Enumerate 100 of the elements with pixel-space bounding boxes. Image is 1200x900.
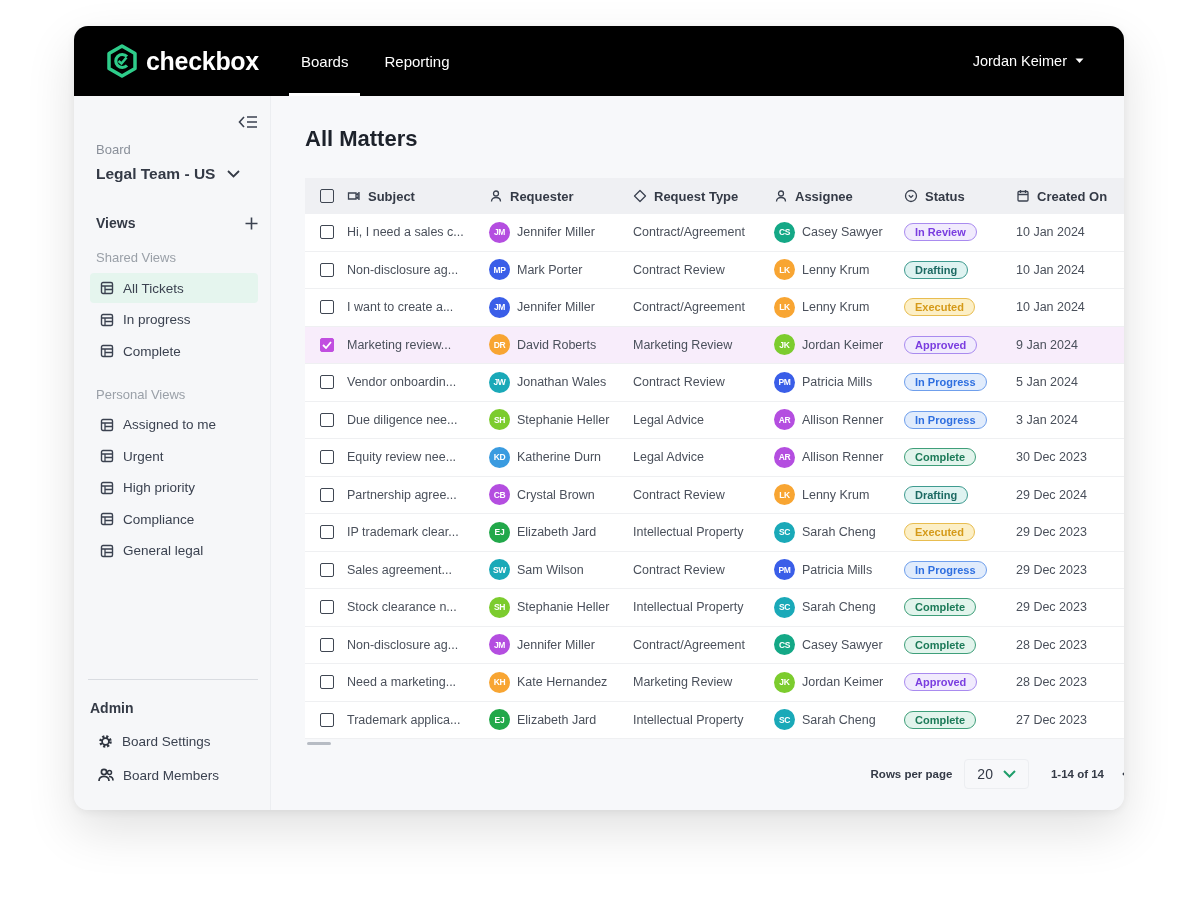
status-badge: Complete xyxy=(904,635,977,654)
person-name: Patricia Mills xyxy=(802,375,873,390)
status-badge: Drafting xyxy=(904,485,969,504)
table-row[interactable]: Non-disclosure ag... MP Mark Porter Contract Review LK Lenny Krum Drafting 10 Jan 2024 xyxy=(305,251,1124,289)
request-type-cell-text: Contract/Agreement xyxy=(633,225,746,240)
user-menu[interactable]: Jordan Keimer xyxy=(966,26,1090,96)
subject-cell-text: Stock clearance n... xyxy=(347,600,458,615)
rows-per-page-select[interactable]: 20 xyxy=(964,759,1029,789)
row-checkbox[interactable] xyxy=(320,637,334,652)
request-type-cell-text: Intellectual Property xyxy=(633,600,745,615)
logo-wordmark: checkbox xyxy=(146,46,259,76)
add-icon[interactable] xyxy=(245,216,258,230)
views-group-label: Shared Views xyxy=(96,250,177,265)
person-name: Jennifer Miller xyxy=(517,300,595,315)
row-checkbox[interactable] xyxy=(320,375,334,390)
board-selector[interactable]: Legal Team - US xyxy=(90,165,258,183)
created-date-cell-text: 29 Dec 2024 xyxy=(1016,487,1088,502)
created-date-cell-text: 5 Jan 2024 xyxy=(1016,375,1079,390)
created-date-cell-text: 10 Jan 2024 xyxy=(1016,262,1086,277)
table-icon xyxy=(100,344,114,358)
avatar: SC xyxy=(774,709,795,731)
row-checkbox[interactable] xyxy=(320,412,334,427)
view-item[interactable]: Compliance xyxy=(90,504,258,534)
avatar: PM xyxy=(774,371,795,393)
circle-chevron-icon xyxy=(904,189,918,203)
table-row[interactable]: I want to create a... JM Jennifer Miller Contract/Agreement LK Lenny Krum Executed 10 Jan 2024 xyxy=(305,289,1124,327)
avatar: SW xyxy=(489,559,510,581)
column-header[interactable]: Subject xyxy=(368,188,415,204)
table-row[interactable]: Stock clearance n... SH Stephanie Heller Intellectual Property SC Sarah Cheng Complete 29 Dec 2023 xyxy=(305,589,1124,627)
view-item[interactable]: All Tickets xyxy=(90,273,258,303)
people-icon xyxy=(98,768,114,782)
person-name: Sarah Cheng xyxy=(802,600,876,615)
row-checkbox[interactable] xyxy=(320,712,334,727)
table-row[interactable]: Partnership agree... CB Crystal Brown Contract Review LK Lenny Krum Drafting 29 Dec 2024 xyxy=(305,476,1124,514)
avatar: SC xyxy=(774,521,795,543)
caret-icon xyxy=(1075,58,1084,64)
column-header[interactable]: Request Type xyxy=(654,188,739,204)
subject-cell-text: Need a marketing... xyxy=(347,675,458,690)
status-badge: Approved xyxy=(904,673,978,692)
person-name: Lenny Krum xyxy=(802,262,870,277)
table-row[interactable]: Due diligence nee... SH Stephanie Heller Legal Advice AR Allison Renner In Progress 3 Jan 2024 xyxy=(305,401,1124,439)
row-checkbox[interactable] xyxy=(320,225,334,240)
admin-link[interactable]: Board Members xyxy=(90,758,258,792)
table-row[interactable]: Vendor onboardin... JW Jonathan Wales Contract Review PM Patricia Mills In Progress 5 Jan 2024 xyxy=(305,364,1124,402)
column-header[interactable]: Requester xyxy=(510,188,574,204)
subject-cell-text: Due diligence nee... xyxy=(347,412,459,427)
view-item[interactable]: In progress xyxy=(90,304,258,335)
subject-cell-text: Non-disclosure ag... xyxy=(347,637,460,652)
table-row[interactable]: Need a marketing... KH Kate Hernandez Marketing Review JK Jordan Keimer Approved 28 Dec 2023 xyxy=(305,664,1124,702)
table-row[interactable]: Trademark applica... EJ Elizabeth Jard Intellectual Property SC Sarah Cheng Complete 27 Dec 2023 xyxy=(305,701,1124,739)
table-row[interactable]: Hi, I need a sales c... JM Jennifer Miller Contract/Agreement CS Casey Sawyer In Review 10 Jan 2024 xyxy=(305,214,1124,252)
table-icon xyxy=(100,281,114,295)
view-item[interactable]: General legal xyxy=(90,535,258,566)
chevron-down-icon xyxy=(227,170,241,178)
nav-tab[interactable]: Reporting xyxy=(372,26,462,96)
subject-cell-text: Sales agreement... xyxy=(347,562,453,577)
person-name: Stephanie Heller xyxy=(517,600,610,615)
table-row[interactable]: Equity review nee... KD Katherine Durn Legal Advice AR Allison Renner Complete 30 Dec 2023 xyxy=(305,439,1124,477)
request-type-cell-text: Contract/Agreement xyxy=(633,637,746,652)
row-checkbox[interactable] xyxy=(320,487,334,502)
column-header[interactable]: Status xyxy=(925,188,965,204)
row-checkbox[interactable] xyxy=(320,450,334,465)
tag-icon xyxy=(633,189,647,203)
subject-cell-text: Trademark applica... xyxy=(347,712,462,727)
view-item[interactable]: Complete xyxy=(90,336,258,366)
status-badge: Executed xyxy=(904,298,975,317)
row-checkbox[interactable] xyxy=(320,300,334,315)
table-icon xyxy=(100,543,114,558)
view-item[interactable]: High priority xyxy=(90,472,258,503)
table-row[interactable]: Marketing review... DR David Roberts Marketing Review JK Jordan Keimer Approved 9 Jan 2024 xyxy=(305,326,1124,364)
avatar: LK xyxy=(774,259,795,281)
collapse-sidebar-icon[interactable] xyxy=(238,114,258,130)
view-item[interactable]: Urgent xyxy=(90,441,258,471)
row-checkbox[interactable] xyxy=(320,600,334,615)
column-header[interactable]: Assignee xyxy=(795,188,853,204)
avatar: LK xyxy=(774,296,795,318)
table-row[interactable]: Sales agreement... SW Sam Wilson Contract Review PM Patricia Mills In Progress 29 Dec 2023 xyxy=(305,551,1124,589)
person-name: Elizabeth Jard xyxy=(517,525,597,540)
request-type-cell-text: Contract Review xyxy=(633,487,726,502)
row-checkbox[interactable] xyxy=(320,525,334,540)
status-badge: Complete xyxy=(904,710,977,729)
avatar: JM xyxy=(489,634,510,656)
row-checkbox[interactable] xyxy=(320,262,334,277)
table-row[interactable]: Non-disclosure ag... JM Jennifer Miller Contract/Agreement CS Casey Sawyer Complete 28 Dec 2023 xyxy=(305,626,1124,664)
table-row[interactable]: IP trademark clear... EJ Elizabeth Jard Intellectual Property SC Sarah Cheng Executed 29 Dec 2023 xyxy=(305,514,1124,552)
admin-link[interactable]: Board Settings xyxy=(90,724,258,758)
person-name: David Roberts xyxy=(517,337,597,352)
person-name: Casey Sawyer xyxy=(802,637,883,652)
column-header[interactable]: Created On xyxy=(1037,188,1108,204)
view-item[interactable]: Assigned to me xyxy=(90,409,258,440)
row-checkbox[interactable] xyxy=(320,337,334,352)
row-checkbox[interactable] xyxy=(320,675,334,690)
select-all-checkbox[interactable] xyxy=(320,189,334,203)
subject-cell-text: IP trademark clear... xyxy=(347,525,460,540)
page-range: 1-14 of 14 xyxy=(1050,768,1104,780)
subject-cell-text: Vendor onboardin... xyxy=(347,375,458,390)
person-name: Sarah Cheng xyxy=(802,712,876,727)
scrollbar-thumb[interactable] xyxy=(307,742,331,745)
row-checkbox[interactable] xyxy=(320,562,334,577)
created-date-cell-text: 3 Jan 2024 xyxy=(1016,412,1079,427)
